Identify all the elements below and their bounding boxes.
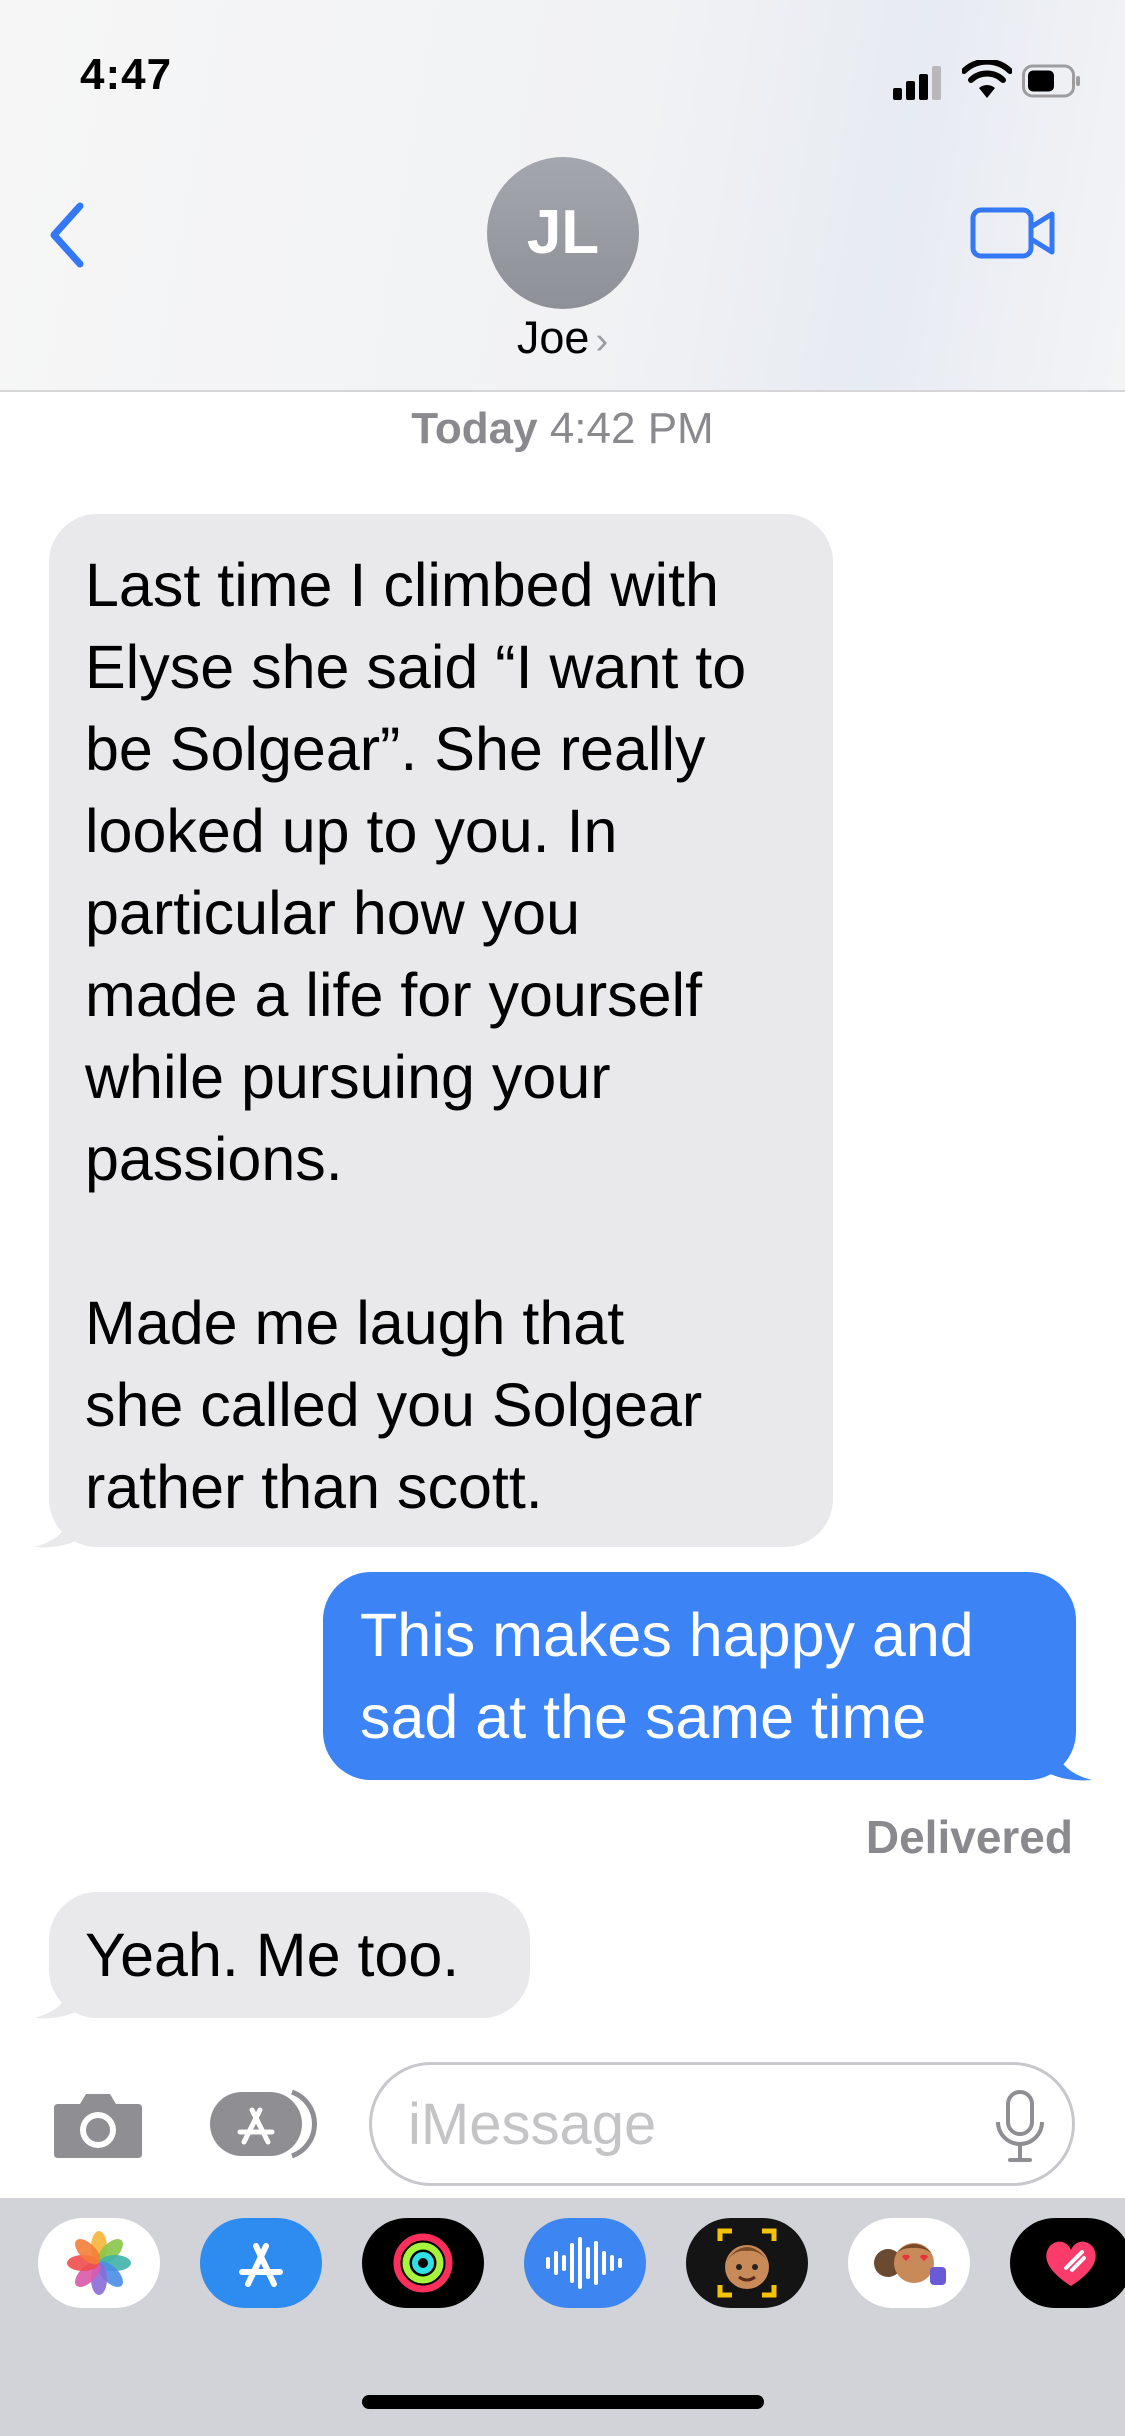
incoming-message-bubble[interactable]: Last time I climbed with Elyse she said … [49, 514, 833, 1547]
memoji-app-icon[interactable] [686, 2218, 808, 2308]
conversation-header: 4:47 JL Joe › [0, 0, 1125, 392]
wifi-icon [962, 60, 1012, 98]
digital-touch-app-icon[interactable] [1010, 2218, 1125, 2308]
battery-icon [1022, 64, 1080, 98]
incoming-message-bubble[interactable]: Yeah. Me too. [49, 1892, 530, 2018]
timestamp-day: Today [411, 404, 538, 453]
audio-message-app-icon[interactable] [524, 2218, 646, 2308]
back-chevron-icon[interactable] [44, 200, 90, 270]
message-paragraph: Last time I climbed with Elyse she said … [85, 551, 747, 1193]
home-indicator[interactable] [362, 2395, 764, 2409]
fitness-app-icon[interactable] [362, 2218, 484, 2308]
contact-avatar[interactable]: JL [487, 157, 639, 309]
facetime-video-icon[interactable] [970, 205, 1056, 261]
imessage-placeholder: iMessage [408, 2092, 657, 2157]
contact-name-label: Joe [516, 312, 590, 363]
status-bar-time: 4:47 [80, 50, 173, 99]
chevron-right-icon: › [595, 320, 609, 362]
app-store-button-icon[interactable] [208, 2086, 322, 2162]
cellular-signal-icon [893, 66, 945, 100]
message-text: Yeah. Me too. [85, 1921, 460, 1989]
message-text: This makes happy and sad at the same tim… [360, 1601, 974, 1751]
contact-name-button[interactable]: Joe › [0, 312, 1125, 364]
microphone-icon[interactable] [992, 2088, 1048, 2166]
camera-icon[interactable] [52, 2088, 144, 2160]
app-store-app-icon[interactable] [200, 2218, 322, 2308]
timestamp-time: 4:42 PM [549, 404, 714, 453]
photos-app-icon[interactable] [38, 2218, 160, 2308]
imessage-input[interactable]: iMessage [369, 2062, 1075, 2186]
delivery-status: Delivered [865, 1811, 1073, 1863]
conversation-timestamp: Today 4:42 PM [0, 404, 1125, 454]
animoji-stickers-app-icon[interactable] [848, 2218, 970, 2308]
outgoing-message-bubble[interactable]: This makes happy and sad at the same tim… [323, 1572, 1076, 1780]
message-paragraph: Made me laugh that she called you Solgea… [85, 1289, 703, 1521]
